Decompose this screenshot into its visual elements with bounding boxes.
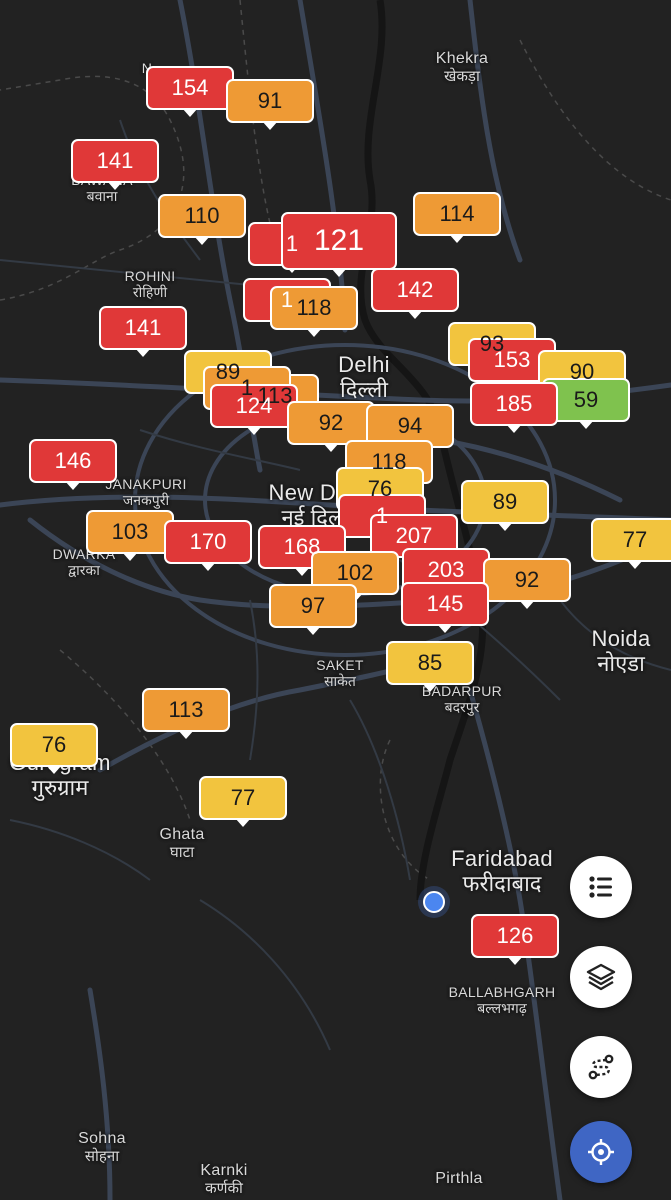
- layers-button[interactable]: [570, 946, 632, 1008]
- aqi-marker[interactable]: 113: [142, 688, 230, 732]
- layers-icon: [586, 963, 616, 991]
- place-label-janakpuri: JANAKPURI जनकपुरी: [105, 476, 187, 509]
- place-label-faridabad: Faridabad फरीदाबाद: [451, 846, 553, 897]
- place-label-khekra: Khekra खेकड़ा: [435, 50, 489, 86]
- aqi-marker[interactable]: 110: [158, 194, 246, 238]
- place-label-karnki: Karnki कर्णकी: [200, 1162, 248, 1198]
- aqi-marker[interactable]: 76: [10, 723, 98, 767]
- aqi-marker[interactable]: 121: [281, 212, 397, 270]
- aqi-marker[interactable]: 85: [386, 641, 474, 685]
- list-button[interactable]: [570, 856, 632, 918]
- place-label-rohini: ROHINI रोहिणी: [124, 268, 176, 301]
- aqi-marker[interactable]: 142: [371, 268, 459, 312]
- aqi-marker[interactable]: 92: [483, 558, 571, 602]
- aqi-marker[interactable]: 141: [71, 139, 159, 183]
- place-label-noida: Noida नोएडा: [591, 626, 651, 677]
- place-label-saket: SAKET साकेत: [316, 657, 364, 690]
- aqi-marker[interactable]: 154: [146, 66, 234, 110]
- current-location-dot: [418, 886, 450, 918]
- crosshair-icon: [588, 1139, 614, 1165]
- aqi-marker[interactable]: 141: [99, 306, 187, 350]
- route-button[interactable]: [570, 1036, 632, 1098]
- place-label-delhi: Delhi दिल्ली: [338, 352, 390, 403]
- place-label-ghata: Ghata घाटा: [159, 826, 205, 862]
- place-label-pirthla: Pirthla: [435, 1170, 483, 1187]
- list-icon: [589, 876, 612, 898]
- locate-button[interactable]: [570, 1121, 632, 1183]
- aqi-marker[interactable]: 126: [471, 914, 559, 958]
- aqi-marker[interactable]: 146: [29, 439, 117, 483]
- aqi-marker[interactable]: 145: [401, 582, 489, 626]
- aqi-marker[interactable]: 92: [287, 401, 375, 445]
- place-label-ballabhgarh: BALLABHGARH बल्लभगढ़: [448, 984, 556, 1017]
- aqi-marker[interactable]: 77: [591, 518, 671, 562]
- aqi-marker[interactable]: 89: [461, 480, 549, 524]
- place-label-sohna: Sohna सोहना: [78, 1130, 126, 1166]
- aqi-marker[interactable]: 170: [164, 520, 252, 564]
- aqi-marker[interactable]: 185: [470, 382, 558, 426]
- route-icon: [588, 1054, 614, 1080]
- aqi-marker[interactable]: 103: [86, 510, 174, 554]
- aqi-marker[interactable]: 77: [199, 776, 287, 820]
- aqi-marker[interactable]: 91: [226, 79, 314, 123]
- aqi-marker[interactable]: 97: [269, 584, 357, 628]
- aqi-marker[interactable]: 114: [413, 192, 501, 236]
